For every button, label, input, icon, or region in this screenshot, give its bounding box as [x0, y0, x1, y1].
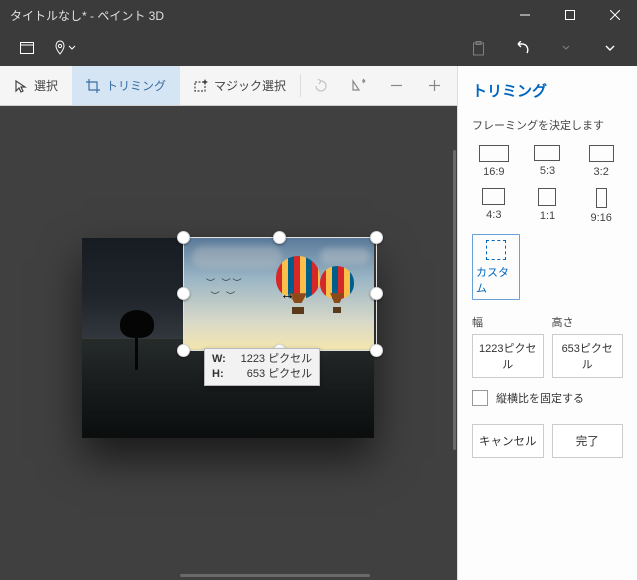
- height-input[interactable]: 653ピクセル: [552, 334, 624, 378]
- balloon-1: [276, 256, 320, 316]
- select-label: 選択: [34, 77, 58, 94]
- crop-tool[interactable]: トリミング: [72, 66, 180, 105]
- panel-title: トリミング: [472, 80, 623, 101]
- select-tool[interactable]: 選択: [0, 66, 72, 105]
- lock-ratio-checkbox[interactable]: [472, 390, 488, 406]
- magic-select-tool[interactable]: マジック選択: [180, 66, 300, 105]
- crop-handle-se[interactable]: [370, 344, 383, 357]
- magic-label: マジック選択: [214, 77, 286, 94]
- dimensions-tooltip: W: 1223 ピクセル H: 653 ピクセル: [204, 348, 320, 386]
- crop-handle-e[interactable]: [370, 287, 383, 300]
- height-label: 高さ: [552, 314, 624, 330]
- flip-icon[interactable]: [339, 78, 377, 93]
- width-label: 幅: [472, 314, 544, 330]
- undo-button[interactable]: [505, 31, 539, 65]
- done-button[interactable]: 完了: [552, 424, 624, 458]
- ratio-9-16[interactable]: 9:16: [579, 188, 623, 224]
- minimize-button[interactable]: [502, 0, 547, 30]
- title-bar: タイトルなし* - ペイント 3D: [0, 0, 637, 30]
- pin-icon[interactable]: [54, 31, 76, 65]
- minus-icon[interactable]: [377, 78, 415, 93]
- cancel-button[interactable]: キャンセル: [472, 424, 544, 458]
- maximize-button[interactable]: [547, 0, 592, 30]
- scrollbar-vertical[interactable]: [453, 150, 456, 450]
- crop-handle-n[interactable]: [273, 231, 286, 244]
- menu-expand-icon[interactable]: [10, 31, 44, 65]
- ratio-3-2[interactable]: 3:2: [579, 145, 623, 178]
- crop-handle-nw[interactable]: [177, 231, 190, 244]
- scrollbar-horizontal[interactable]: [180, 574, 370, 577]
- crop-handle-sw[interactable]: [177, 344, 190, 357]
- ratio-16-9[interactable]: 16:9: [472, 145, 516, 178]
- paste-icon: [461, 31, 495, 65]
- ratio-5-3[interactable]: 5:3: [526, 145, 570, 178]
- crop-side-panel: トリミング フレーミングを決定します 16:9 5:3 3:2 4:3 1:1 …: [457, 66, 637, 580]
- ratio-4-3[interactable]: 4:3: [472, 188, 516, 224]
- window-title: タイトルなし* - ペイント 3D: [10, 7, 502, 24]
- crop-handle-w[interactable]: [177, 287, 190, 300]
- crop-handle-ne[interactable]: [370, 231, 383, 244]
- canvas-image[interactable]: ︶ ︶︶ ︶ ︶ ↔ W: 1223 ピクセル H: 653 ピクセル: [82, 238, 374, 438]
- lock-ratio-label: 縦横比を固定する: [496, 390, 584, 406]
- ratio-1-1[interactable]: 1:1: [526, 188, 570, 224]
- close-button[interactable]: [592, 0, 637, 30]
- menu-bar: [0, 30, 637, 66]
- crop-label: トリミング: [106, 77, 166, 94]
- rotate-icon: [301, 78, 339, 93]
- ratio-custom[interactable]: カスタム: [472, 234, 520, 300]
- crop-selection[interactable]: ︶ ︶︶ ︶ ︶ ↔: [184, 238, 376, 350]
- birds-deco: ︶ ︶︶ ︶ ︶: [206, 276, 244, 302]
- canvas-area[interactable]: ︶ ︶︶ ︶ ︶ ↔ W: 1223 ピクセル H: 653 ピクセル: [0, 106, 457, 580]
- width-input[interactable]: 1223ピクセル: [472, 334, 544, 378]
- balloon-2: [320, 266, 354, 312]
- redo-dropdown-icon: [549, 31, 583, 65]
- framing-label: フレーミングを決定します: [472, 117, 623, 133]
- more-chevron-icon[interactable]: [593, 31, 627, 65]
- plus-icon[interactable]: [415, 78, 453, 93]
